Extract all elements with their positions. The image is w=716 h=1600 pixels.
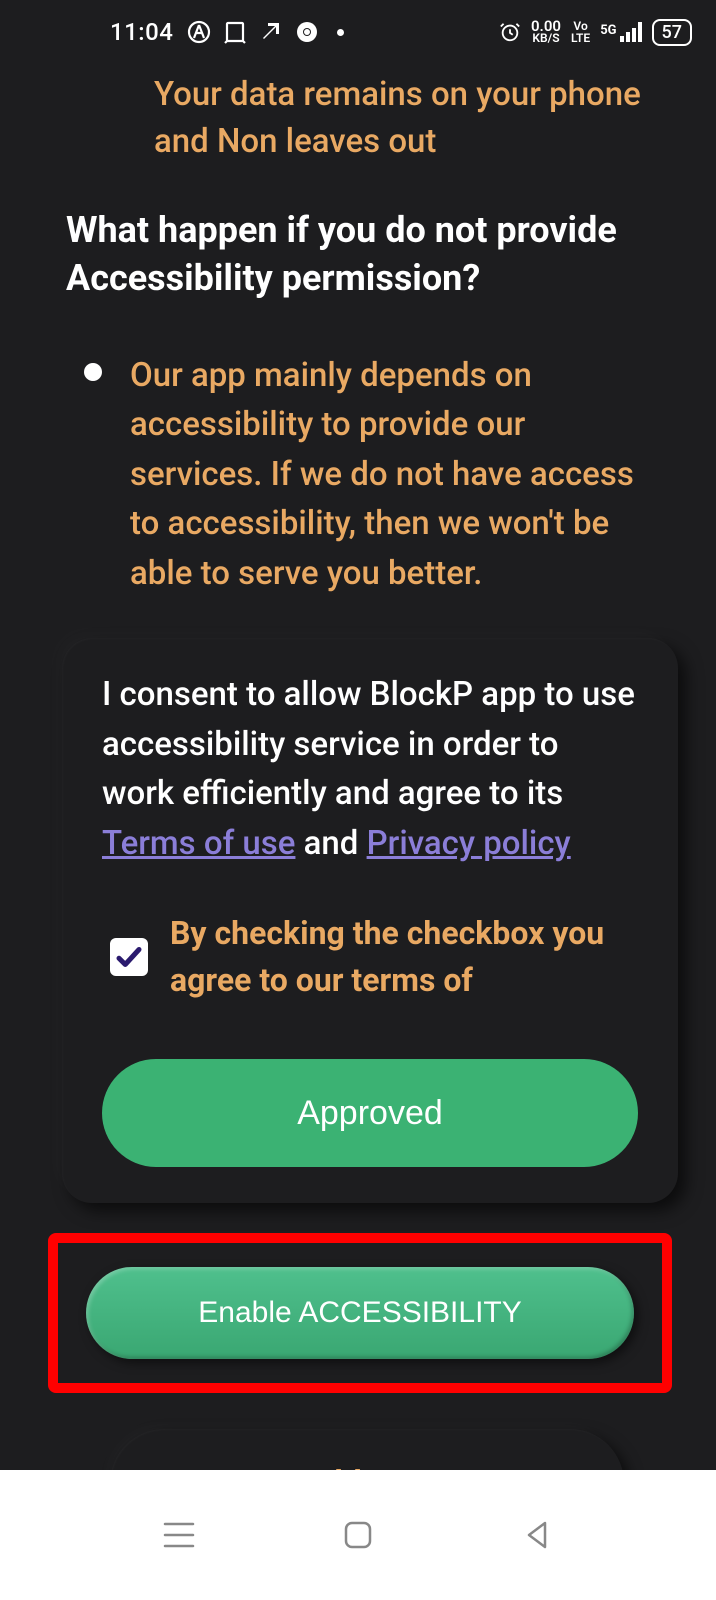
- status-time: 11:04: [110, 18, 173, 46]
- battery-indicator: 57: [652, 19, 692, 46]
- consent-checkbox-row: By checking the checkbox you agree to ou…: [102, 910, 638, 1003]
- bullet-text: Our app mainly depends on accessibility …: [130, 351, 668, 599]
- android-nav-bar: [0, 1470, 716, 1600]
- check-icon: [114, 942, 144, 972]
- previous-bullet-partial: Your data remains on your phone and Non …: [66, 72, 668, 166]
- status-bar: 11:04 0.00 KB/S Vo LTE 5G 57: [0, 0, 716, 64]
- consent-text: I consent to allow BlockP app to use acc…: [102, 670, 638, 868]
- volte-indicator: Vo LTE: [571, 20, 590, 44]
- status-left: 11:04: [110, 18, 344, 46]
- chrome-icon: [295, 20, 319, 44]
- approved-button[interactable]: Approved: [102, 1059, 638, 1167]
- privacy-policy-link[interactable]: Privacy policy: [367, 824, 571, 863]
- alarm-icon: [499, 21, 521, 43]
- back-button[interactable]: [517, 1515, 557, 1555]
- bullet-item: Our app mainly depends on accessibility …: [66, 351, 668, 599]
- consent-pre: I consent to allow BlockP app to use acc…: [102, 675, 635, 813]
- dot-icon: [337, 29, 344, 36]
- app-icon: [187, 20, 211, 44]
- bullet-dot-icon: [84, 363, 102, 381]
- status-right: 0.00 KB/S Vo LTE 5G 57: [499, 19, 692, 46]
- consent-checkbox-label: By checking the checkbox you agree to ou…: [170, 910, 638, 1003]
- network-speed: 0.00 KB/S: [531, 20, 561, 44]
- home-button[interactable]: [338, 1515, 378, 1555]
- consent-mid: and: [295, 824, 366, 863]
- skip-button[interactable]: Skip>>: [110, 1429, 624, 1470]
- status-notification-icons: [187, 20, 344, 44]
- arrow-up-right-icon: [259, 20, 283, 44]
- recent-apps-button[interactable]: [159, 1515, 199, 1555]
- screen-icon: [223, 20, 247, 44]
- consent-checkbox[interactable]: [110, 938, 148, 976]
- signal-icon: 5G: [600, 22, 641, 42]
- highlight-annotation: Enable ACCESSIBILITY: [48, 1233, 672, 1393]
- consent-card: I consent to allow BlockP app to use acc…: [62, 638, 678, 1203]
- terms-of-use-link[interactable]: Terms of use: [102, 824, 295, 863]
- enable-accessibility-button[interactable]: Enable ACCESSIBILITY: [86, 1267, 634, 1359]
- main-content: Your data remains on your phone and Non …: [0, 64, 716, 1470]
- section-heading: What happen if you do not provide Access…: [66, 206, 668, 303]
